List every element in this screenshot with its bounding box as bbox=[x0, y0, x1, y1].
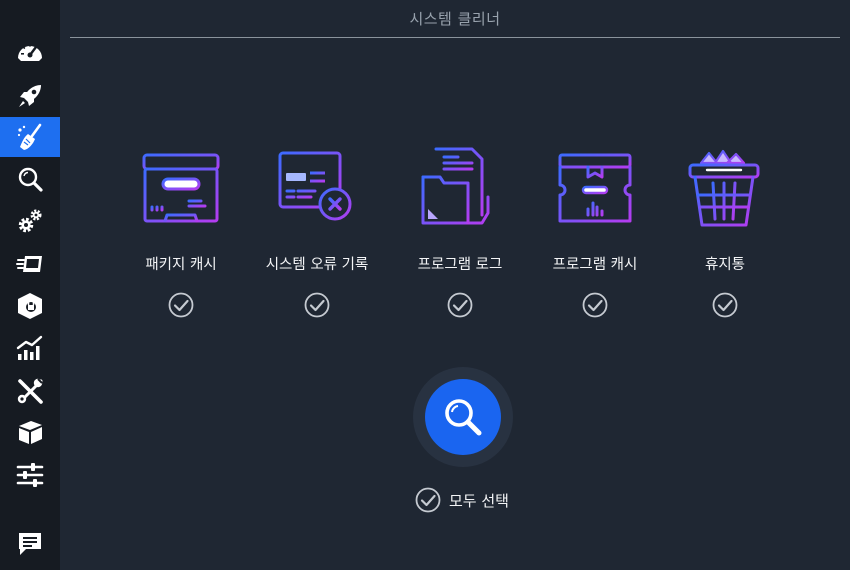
wrench-screwdriver-icon bbox=[17, 378, 43, 404]
sidebar-item-cleaner[interactable] bbox=[0, 117, 60, 157]
sidebar-item-feedback[interactable] bbox=[0, 524, 60, 564]
select-all-toggle[interactable]: 모두 선택 bbox=[415, 487, 509, 513]
check-circle-icon bbox=[582, 292, 608, 318]
search-icon bbox=[445, 399, 482, 436]
sidebar-item-resources[interactable] bbox=[0, 328, 60, 368]
title-divider bbox=[70, 37, 840, 38]
sidebar-item-settings[interactable] bbox=[0, 455, 60, 495]
cleaner-item-label: 휴지통 bbox=[704, 257, 746, 273]
app-window: 시스템 클리너 패키지 캐시 시스템 오류 기록 프로그램 로그 프로그램 캐시… bbox=[0, 0, 850, 570]
gears-icon bbox=[18, 209, 42, 233]
sidebar-item-search[interactable] bbox=[0, 160, 60, 200]
checkbox-program-log[interactable] bbox=[447, 292, 473, 318]
program-cache-icon bbox=[555, 145, 635, 235]
stacked-cards-icon bbox=[16, 256, 42, 272]
speedometer-icon bbox=[18, 44, 42, 61]
cleaner-item-program-cache[interactable]: 프로그램 캐시 bbox=[525, 145, 665, 325]
folder-log-icon bbox=[420, 145, 500, 235]
checkbox-trash[interactable] bbox=[712, 292, 738, 318]
package-cache-icon bbox=[141, 145, 221, 235]
broom-cleaner-icon bbox=[17, 123, 42, 150]
page-title: 시스템 클리너 bbox=[409, 10, 501, 28]
sidebar-item-tools[interactable] bbox=[0, 371, 60, 411]
cleaner-item-label: 패키지 캐시 bbox=[145, 257, 217, 273]
sidebar-item-uninstaller[interactable] bbox=[0, 286, 60, 326]
sidebar-item-startup[interactable] bbox=[0, 244, 60, 284]
checkbox-package-cache[interactable] bbox=[168, 292, 194, 318]
cleaner-item-package-cache[interactable]: 패키지 캐시 bbox=[111, 145, 251, 325]
trash-basket-icon bbox=[685, 145, 765, 235]
sidebar bbox=[0, 0, 60, 570]
rocket-icon bbox=[19, 85, 41, 107]
sidebar-item-dashboard[interactable] bbox=[0, 33, 60, 73]
sidebar-item-services[interactable] bbox=[0, 201, 60, 241]
package-lock-icon bbox=[18, 293, 42, 319]
sidebar-item-optimizer[interactable] bbox=[0, 76, 60, 116]
select-all-label: 모두 선택 bbox=[449, 491, 509, 510]
cleaner-item-label: 프로그램 로그 bbox=[417, 257, 503, 273]
check-circle-icon bbox=[168, 292, 194, 318]
checkbox-system-error-log[interactable] bbox=[304, 292, 330, 318]
cleaner-item-trash[interactable]: 휴지통 bbox=[655, 145, 795, 325]
system-cleaner-panel: 시스템 클리너 패키지 캐시 시스템 오류 기록 프로그램 로그 프로그램 캐시… bbox=[60, 0, 850, 570]
sidebar-item-apt[interactable] bbox=[0, 412, 60, 452]
cleaner-item-label: 시스템 오류 기록 bbox=[265, 257, 369, 273]
sliders-icon bbox=[16, 463, 44, 487]
scan-button[interactable] bbox=[425, 379, 501, 455]
check-circle-icon bbox=[712, 292, 738, 318]
magnifier-icon bbox=[18, 167, 43, 192]
bar-chart-icon bbox=[16, 335, 43, 360]
chat-icon bbox=[19, 533, 41, 555]
check-circle-icon bbox=[304, 292, 330, 318]
cleaner-item-program-log[interactable]: 프로그램 로그 bbox=[390, 145, 530, 325]
cleaner-item-system-error-log[interactable]: 시스템 오류 기록 bbox=[247, 145, 387, 325]
check-circle-icon bbox=[447, 292, 473, 318]
check-circle-icon bbox=[415, 487, 441, 513]
box-icon bbox=[19, 421, 42, 444]
cleaner-item-label: 프로그램 캐시 bbox=[552, 257, 638, 273]
select-all-checkbox[interactable] bbox=[415, 487, 441, 513]
error-log-icon bbox=[277, 145, 357, 235]
checkbox-program-cache[interactable] bbox=[582, 292, 608, 318]
